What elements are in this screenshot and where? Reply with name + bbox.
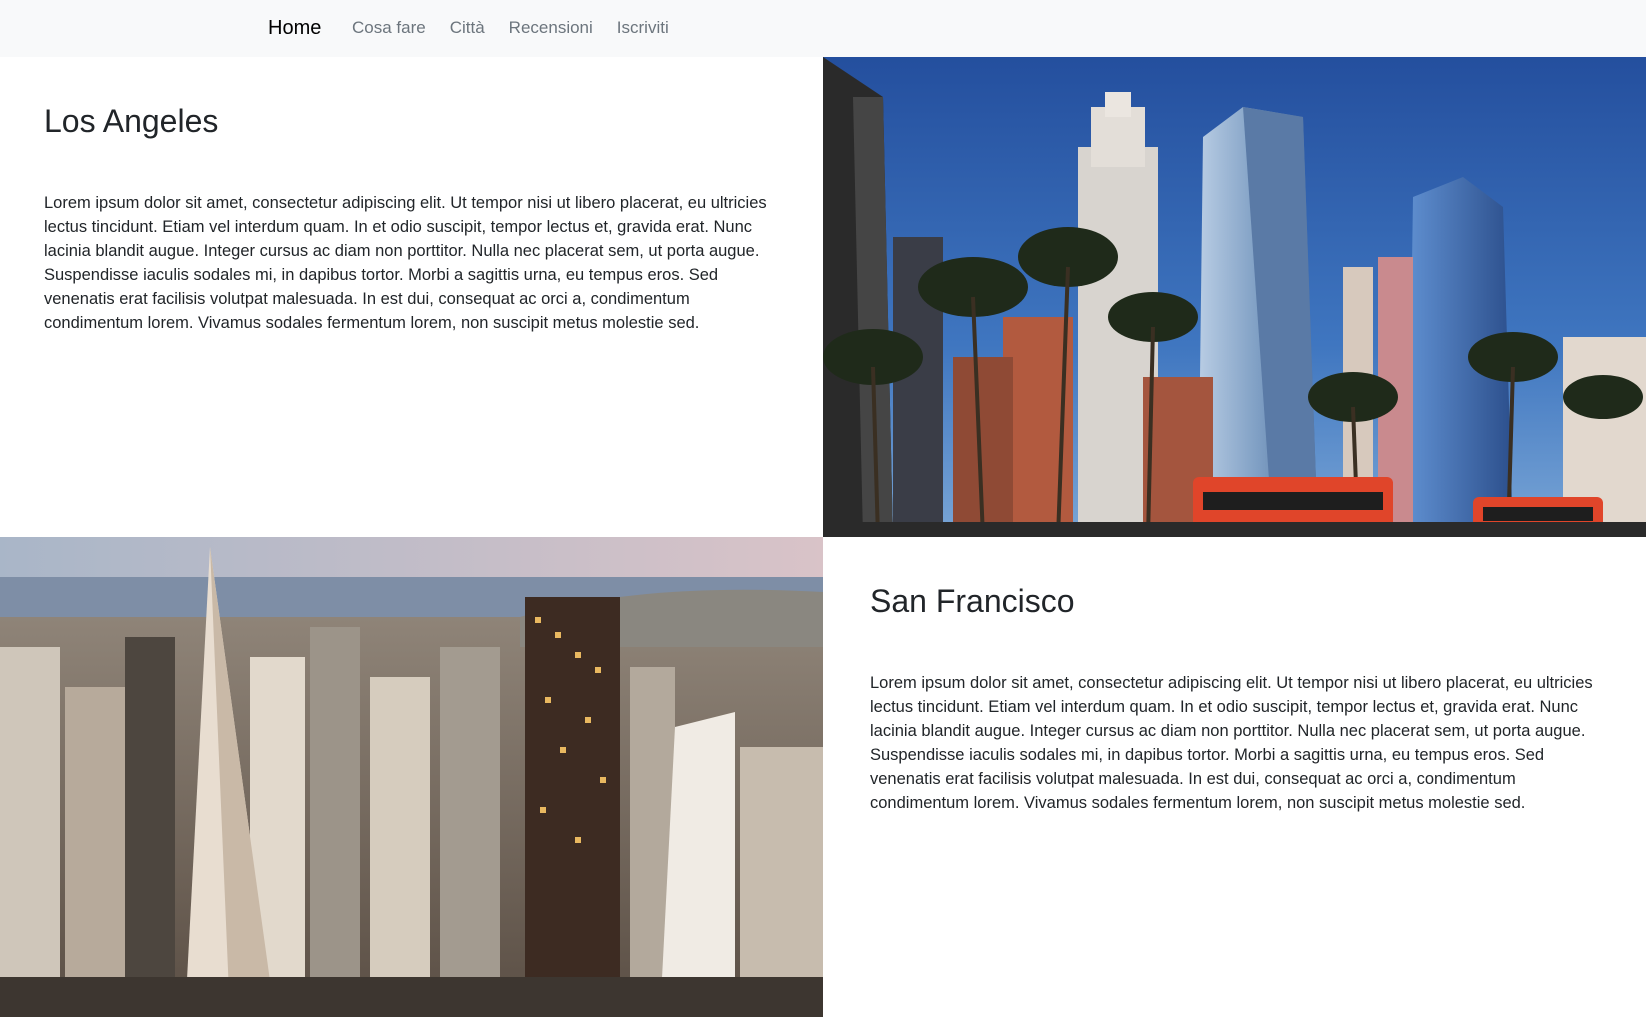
nav-brand-home[interactable]: Home [268, 14, 321, 42]
nav-link-recensioni[interactable]: Recensioni [509, 16, 593, 40]
section-san-francisco: San Francisco Lorem ipsum dolor sit amet… [0, 537, 1646, 1017]
nav-link-cosa-fare[interactable]: Cosa fare [352, 16, 426, 40]
nav-links: Cosa fare Città Recensioni Iscriviti [352, 16, 693, 40]
section-los-angeles: Los Angeles Lorem ipsum dolor sit amet, … [0, 57, 1646, 537]
sf-title: San Francisco [870, 583, 1075, 619]
sf-image [0, 537, 823, 1017]
la-title: Los Angeles [44, 103, 219, 139]
la-image [823, 57, 1646, 537]
navbar: Home Cosa fare Città Recensioni Iscrivit… [0, 0, 1646, 57]
los-angeles-skyline-photo [823, 57, 1646, 537]
sf-description: Lorem ipsum dolor sit amet, consectetur … [870, 674, 1593, 812]
la-description: Lorem ipsum dolor sit amet, consectetur … [44, 194, 767, 332]
san-francisco-aerial-photo [0, 537, 823, 1017]
la-text-column: Los Angeles Lorem ipsum dolor sit amet, … [0, 57, 823, 537]
nav-link-citta[interactable]: Città [450, 16, 485, 40]
nav-link-iscriviti[interactable]: Iscriviti [617, 16, 669, 40]
sf-text-column: San Francisco Lorem ipsum dolor sit amet… [823, 537, 1646, 1017]
